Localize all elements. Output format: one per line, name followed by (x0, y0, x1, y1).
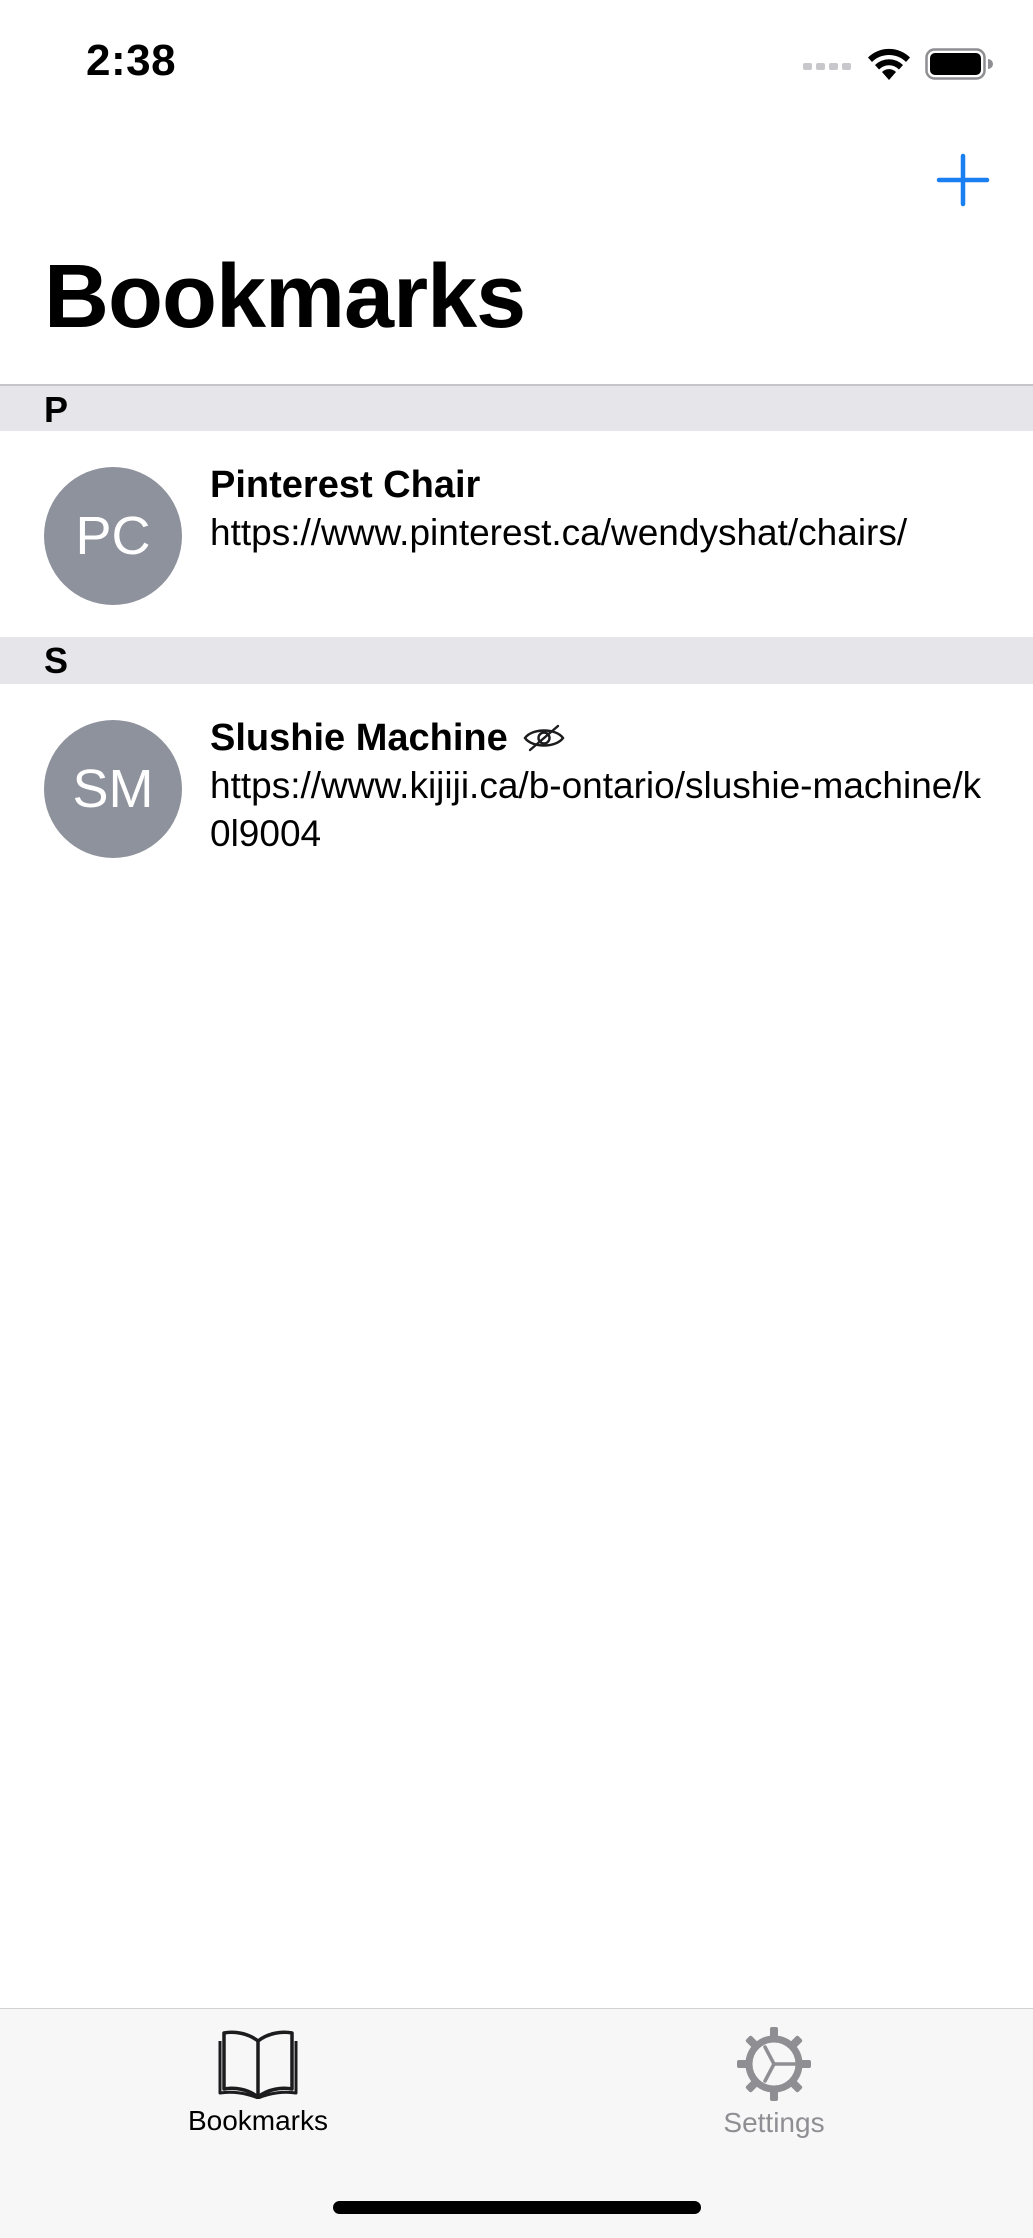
eye-slash-icon (523, 724, 565, 752)
bookmark-list: P PC Pinterest Chair https://www.pintere… (0, 384, 1033, 904)
tab-settings[interactable]: Settings (644, 2027, 904, 2139)
page-title: Bookmarks (44, 247, 526, 347)
bookmark-row-pinterest-chair[interactable]: PC Pinterest Chair https://www.pinterest… (0, 431, 1033, 637)
tab-label: Settings (723, 2107, 825, 2138)
home-indicator[interactable] (333, 2201, 701, 2214)
bookmark-text: Pinterest Chair https://www.pinterest.ca… (210, 461, 990, 557)
wifi-icon (868, 48, 910, 80)
tab-label: Bookmarks (187, 2105, 329, 2136)
status-bar: 2:38 (0, 0, 1033, 126)
status-time: 2:38 (86, 36, 177, 85)
bookmark-title-label: Slushie Machine (210, 717, 508, 759)
book-icon (218, 2030, 298, 2099)
plus-icon (936, 153, 990, 207)
gear-icon (737, 2027, 811, 2101)
bookmark-url: https://www.pinterest.ca/wendyshat/chair… (210, 512, 908, 553)
section-letter: S (44, 640, 69, 681)
section-letter: P (44, 389, 69, 430)
bookmark-title: Pinterest Chair (210, 461, 990, 509)
section-header-p: P (0, 384, 1033, 431)
add-bookmark-button[interactable] (935, 152, 991, 208)
bookmark-title: Slushie Machine (210, 714, 990, 762)
bookmark-title-label: Pinterest Chair (210, 464, 481, 506)
battery-icon (925, 48, 993, 80)
bookmark-text: Slushie Machine https://www.kijiji.ca/b-… (210, 714, 990, 858)
avatar: PC (44, 467, 182, 605)
bookmark-row-slushie-machine[interactable]: SM Slushie Machine https://www.kijiji.ca… (0, 684, 1033, 904)
tab-bookmarks[interactable]: Bookmarks (128, 2027, 388, 2137)
avatar: SM (44, 720, 182, 858)
bookmark-url: https://www.kijiji.ca/b-ontario/slushie-… (210, 765, 982, 854)
section-header-s: S (0, 637, 1033, 684)
status-icons (803, 44, 993, 84)
cellular-signal-icon (803, 63, 851, 70)
